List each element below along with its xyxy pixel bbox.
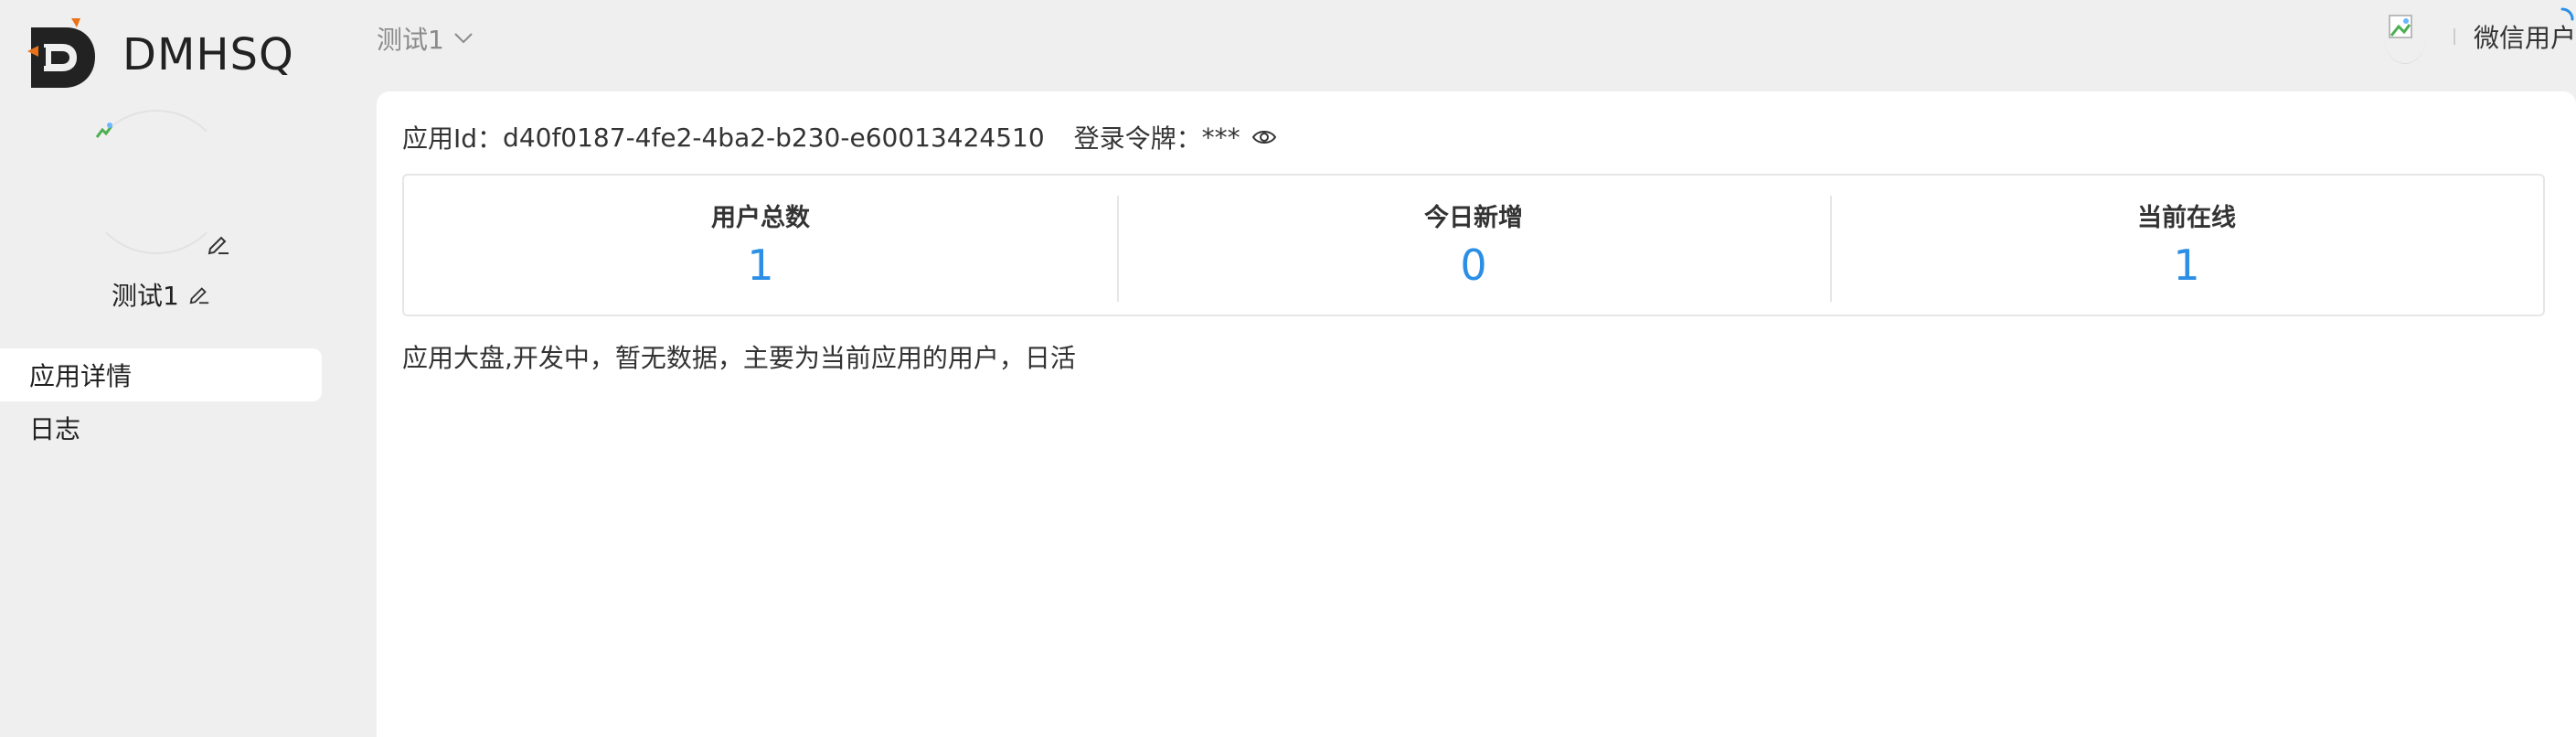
stat-total-users: 用户总数 1 bbox=[404, 176, 1117, 315]
loading-spinner-icon bbox=[2560, 7, 2574, 21]
stat-label: 用户总数 bbox=[711, 204, 810, 232]
stat-online-now: 当前在线 1 bbox=[1830, 176, 2543, 315]
main-panel: 应用Id： d40f0187-4fe2-4ba2-b230-e600134245… bbox=[377, 91, 2576, 737]
stats-panel: 用户总数 1 今日新增 0 当前在线 1 bbox=[402, 174, 2545, 316]
broken-image-icon bbox=[95, 123, 113, 138]
app-info-row: 应用Id： d40f0187-4fe2-4ba2-b230-e600134245… bbox=[402, 119, 1277, 155]
edit-icon[interactable] bbox=[207, 232, 230, 256]
sidebar-item-log[interactable]: 日志 bbox=[0, 401, 322, 454]
dashboard-note: 应用大盘,开发中，暂无数据，主要为当前应用的用户，日活 bbox=[402, 343, 1076, 373]
logo[interactable]: DMHSQ bbox=[26, 18, 294, 91]
chevron-down-icon bbox=[454, 33, 473, 44]
stat-new-today: 今日新增 0 bbox=[1117, 176, 1830, 315]
user-avatar[interactable] bbox=[2383, 10, 2426, 64]
sidebar-item-app-detail[interactable]: 应用详情 bbox=[0, 348, 322, 401]
logo-icon bbox=[27, 18, 95, 88]
app-switcher-label: 测试1 bbox=[377, 25, 444, 55]
stat-value: 0 bbox=[1460, 240, 1487, 290]
app-name: 测试1 bbox=[112, 276, 210, 313]
stat-label: 当前在线 bbox=[2137, 204, 2236, 232]
token-value: *** bbox=[1201, 122, 1240, 153]
stat-value: 1 bbox=[747, 240, 774, 290]
eye-icon[interactable] bbox=[1251, 128, 1277, 146]
app-id-label: 应用Id： bbox=[402, 123, 504, 154]
stat-value: 1 bbox=[2173, 240, 2200, 290]
app-switcher[interactable]: 测试1 bbox=[377, 20, 474, 57]
edit-icon[interactable] bbox=[188, 283, 210, 305]
broken-image-icon bbox=[2388, 14, 2412, 38]
brand-name: DMHSQ bbox=[122, 29, 294, 80]
sidebar-item-label: 应用详情 bbox=[29, 361, 133, 391]
stat-label: 今日新增 bbox=[1424, 204, 1523, 232]
sidebar-item-label: 日志 bbox=[29, 414, 81, 444]
divider bbox=[2453, 28, 2455, 45]
app-id-value: d40f0187-4fe2-4ba2-b230-e60013424510 bbox=[503, 122, 1045, 153]
token-label: 登录令牌： bbox=[1073, 123, 1202, 154]
user-menu[interactable]: 微信用户 bbox=[2383, 7, 2576, 66]
app-name-label: 测试1 bbox=[112, 281, 179, 311]
sidebar-menu: 应用详情 日志 bbox=[0, 348, 322, 454]
